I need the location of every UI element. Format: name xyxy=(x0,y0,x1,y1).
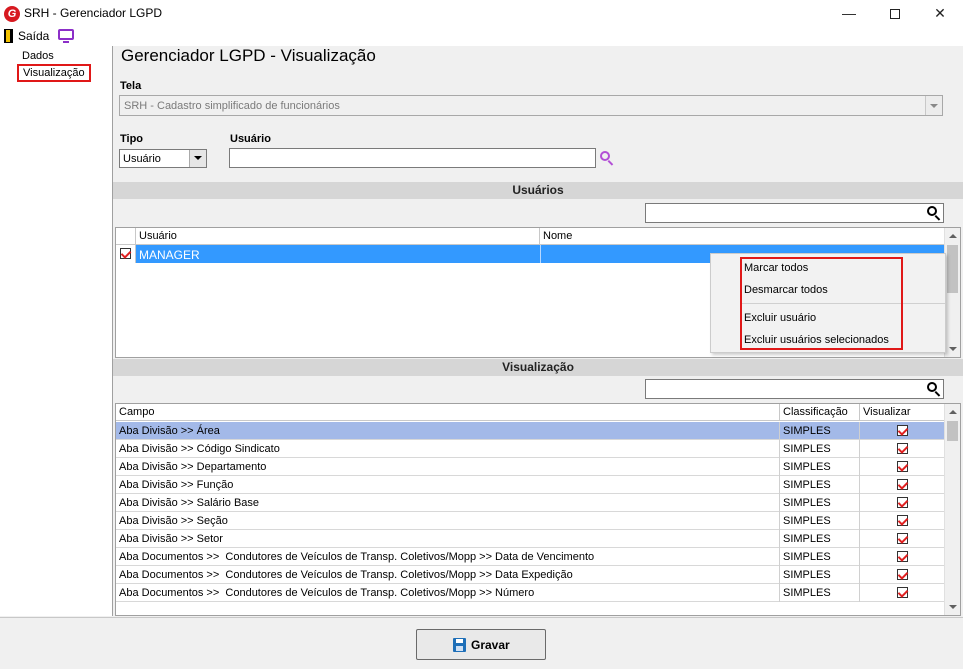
vertical-scrollbar[interactable] xyxy=(944,228,960,357)
table-row[interactable]: Aba Divisão >> Código Sindicato SIMPLES xyxy=(116,440,945,458)
annotation-highlight-box xyxy=(740,257,903,350)
maximize-icon xyxy=(890,9,900,20)
bottom-bar: Gravar xyxy=(0,617,963,669)
app-logo-icon: G xyxy=(4,6,20,22)
campo-cell: Aba Documentos >> Condutores de Veículos… xyxy=(119,551,595,563)
column-header-visualizar[interactable]: Visualizar xyxy=(860,404,945,421)
column-header-check xyxy=(116,228,136,245)
scroll-thumb xyxy=(947,245,958,293)
table-row[interactable]: Aba Divisão >> Setor SIMPLES xyxy=(116,530,945,548)
context-menu: Marcar todos Desmarcar todos Excluir usu… xyxy=(710,253,946,353)
visualizar-checkbox[interactable] xyxy=(897,587,908,598)
usuario-input[interactable] xyxy=(229,148,596,168)
chevron-down-icon[interactable] xyxy=(189,150,206,167)
campo-cell: Aba Documentos >> Condutores de Veículos… xyxy=(119,587,535,599)
save-button-label: Gravar xyxy=(471,638,510,652)
save-button[interactable]: Gravar xyxy=(416,629,546,660)
visualizar-checkbox[interactable] xyxy=(897,425,908,436)
visualizacao-section-header: Visualização xyxy=(113,359,963,376)
search-icon[interactable] xyxy=(927,382,941,397)
classificacao-cell: SIMPLES xyxy=(783,479,831,491)
exit-door-icon[interactable] xyxy=(4,29,13,43)
table-row[interactable]: Aba Divisão >> Departamento SIMPLES xyxy=(116,458,945,476)
visualizar-checkbox[interactable] xyxy=(897,443,908,454)
table-row[interactable]: Aba Divisão >> Área SIMPLES xyxy=(116,422,945,440)
classificacao-cell: SIMPLES xyxy=(783,497,831,509)
left-nav: Dados Visualização xyxy=(0,46,113,616)
scroll-down-icon xyxy=(949,605,957,609)
monitor-icon[interactable] xyxy=(58,29,74,43)
classificacao-cell: SIMPLES xyxy=(783,551,831,563)
title-bar: G SRH - Gerenciador LGPD — ✕ xyxy=(0,0,963,27)
visualizar-checkbox[interactable] xyxy=(897,497,908,508)
row-checkbox[interactable] xyxy=(120,248,131,259)
visualizar-checkbox[interactable] xyxy=(897,515,908,526)
campo-cell: Aba Divisão >> Setor xyxy=(119,533,223,545)
campo-cell: Aba Divisão >> Seção xyxy=(119,515,228,527)
campo-cell: Aba Divisão >> Departamento xyxy=(119,461,267,473)
campo-cell: Aba Divisão >> Código Sindicato xyxy=(119,443,280,455)
table-row[interactable]: Aba Documentos >> Condutores de Veículos… xyxy=(116,566,945,584)
scroll-down-icon xyxy=(949,347,957,351)
save-disk-icon xyxy=(453,638,466,652)
campo-cell: Aba Divisão >> Função xyxy=(119,479,234,491)
classificacao-cell: SIMPLES xyxy=(783,443,831,455)
chevron-down-icon[interactable] xyxy=(925,96,942,115)
tela-label: Tela xyxy=(120,80,142,92)
close-button[interactable]: ✕ xyxy=(917,0,963,27)
classificacao-cell: SIMPLES xyxy=(783,461,831,473)
visualizacao-grid[interactable]: Campo Classificação Visualizar Aba Divis… xyxy=(115,403,961,616)
nav-item-visualizacao[interactable]: Visualização xyxy=(17,64,91,82)
table-row[interactable]: Aba Divisão >> Função SIMPLES xyxy=(116,476,945,494)
tela-select[interactable]: SRH - Cadastro simplificado de funcionár… xyxy=(119,95,943,116)
visualizar-checkbox[interactable] xyxy=(897,551,908,562)
classificacao-cell: SIMPLES xyxy=(783,569,831,581)
page-title: Gerenciador LGPD - Visualização xyxy=(121,46,376,65)
tipo-select[interactable]: Usuário xyxy=(119,149,207,168)
column-header-nome[interactable]: Nome xyxy=(540,228,945,245)
classificacao-cell: SIMPLES xyxy=(783,515,831,527)
table-row[interactable]: Aba Divisão >> Salário Base SIMPLES xyxy=(116,494,945,512)
tipo-label: Tipo xyxy=(120,133,144,145)
visualizar-checkbox[interactable] xyxy=(897,569,908,580)
window-title: SRH - Gerenciador LGPD xyxy=(24,6,163,20)
nav-item-dados[interactable]: Dados xyxy=(22,50,54,62)
app-window: G SRH - Gerenciador LGPD — ✕ Saída Dados… xyxy=(0,0,963,669)
tipo-select-value: Usuário xyxy=(123,153,161,165)
campo-cell: Aba Documentos >> Condutores de Veículos… xyxy=(119,569,573,581)
usuarios-filter-input[interactable] xyxy=(645,203,944,223)
scroll-up-icon xyxy=(949,234,957,238)
column-header-usuario[interactable]: Usuário xyxy=(136,228,540,245)
campo-cell: Aba Divisão >> Área xyxy=(119,425,220,437)
visualizacao-filter-input[interactable] xyxy=(645,379,944,399)
row-checkbox-cell xyxy=(116,245,136,263)
column-header-classificacao[interactable]: Classificação xyxy=(780,404,860,421)
minimize-button[interactable]: — xyxy=(826,0,872,27)
classificacao-cell: SIMPLES xyxy=(783,533,831,545)
visualizar-checkbox[interactable] xyxy=(897,461,908,472)
table-row[interactable]: Aba Documentos >> Condutores de Veículos… xyxy=(116,548,945,566)
search-icon[interactable] xyxy=(600,151,614,166)
menu-bar: Saída xyxy=(0,27,963,46)
usuario-label: Usuário xyxy=(230,133,271,145)
usuario-cell: MANAGER xyxy=(139,248,200,262)
maximize-button[interactable] xyxy=(872,0,918,27)
classificacao-cell: SIMPLES xyxy=(783,425,831,437)
menu-exit[interactable]: Saída xyxy=(18,29,49,43)
table-row[interactable]: Aba Divisão >> Seção SIMPLES xyxy=(116,512,945,530)
campo-cell: Aba Divisão >> Salário Base xyxy=(119,497,260,509)
column-divider xyxy=(540,245,541,263)
visualizar-checkbox[interactable] xyxy=(897,479,908,490)
column-header-campo[interactable]: Campo xyxy=(116,404,780,421)
table-row[interactable]: Aba Documentos >> Condutores de Veículos… xyxy=(116,584,945,602)
visualizar-checkbox[interactable] xyxy=(897,533,908,544)
scroll-up-icon xyxy=(949,410,957,414)
search-icon[interactable] xyxy=(927,206,941,221)
usuarios-section-header: Usuários xyxy=(113,182,963,199)
tela-select-value: SRH - Cadastro simplificado de funcionár… xyxy=(124,100,340,112)
vertical-scrollbar[interactable] xyxy=(944,404,960,615)
classificacao-cell: SIMPLES xyxy=(783,587,831,599)
scroll-thumb xyxy=(947,421,958,441)
